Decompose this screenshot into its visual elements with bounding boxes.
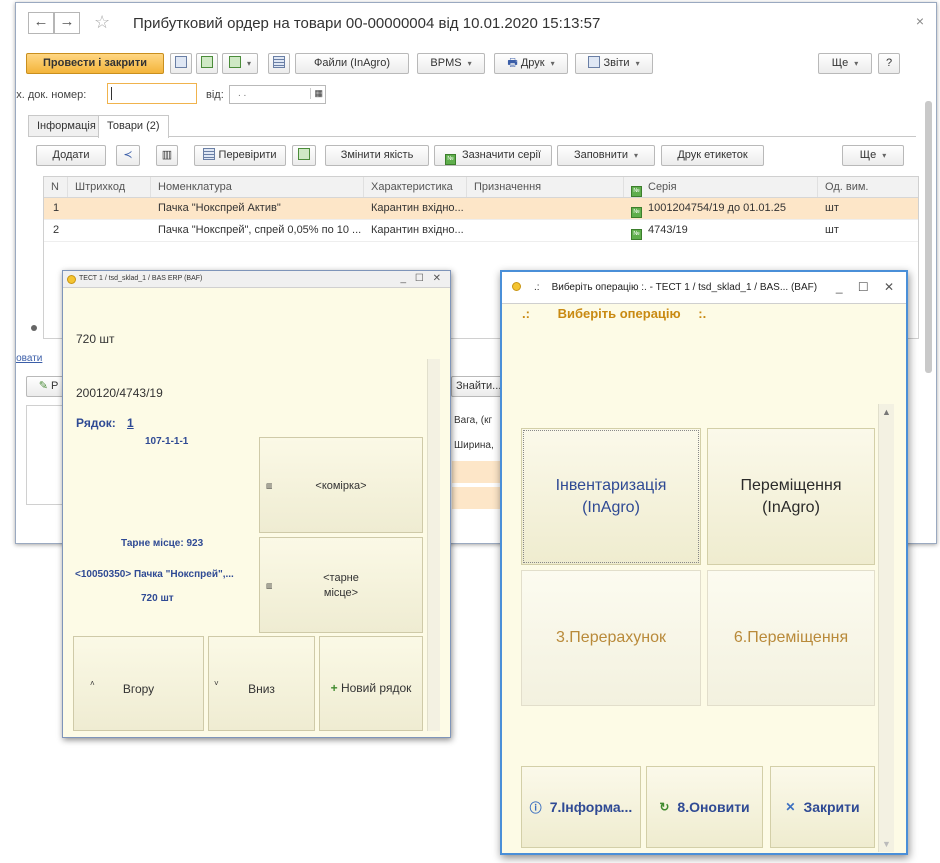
down-button[interactable]: ˅ Вниз [208,636,315,731]
post-icon [201,56,213,68]
tab-goods[interactable]: Товари (2) [98,115,169,138]
cell-code: 107-1-1-1 [145,436,189,447]
date-field[interactable]: . . ▦ [229,85,326,104]
close-icon[interactable]: × [916,13,924,29]
tsd-window-operations: .: Виберіть операцію :. - ТЕСТ 1 / tsd_sk… [500,270,908,855]
window-controls-icon[interactable]: _ ☐ ✕ [836,272,900,303]
text-cursor [111,87,112,100]
operations-heading: .: Виберіть операцію :. [522,306,707,321]
close-button[interactable]: ✕ Закрити [770,766,875,848]
info-icon: ⓘ [529,800,542,815]
weight-label: Вага, (кг [454,415,493,426]
column-header[interactable]: № Серія [624,177,818,197]
qty-top: 720 шт [76,332,115,346]
printer-icon: 🖶 [507,57,518,69]
refresh-icon: ↻ [659,800,670,814]
transfer-inagro-button[interactable]: Переміщення (InAgro) [707,428,875,565]
series-code: 200120/4743/19 [76,386,163,400]
transfer-button[interactable]: 6.Переміщення [707,570,875,706]
structure-icon [228,56,241,68]
x-icon: ✕ [785,800,796,814]
table-row[interactable]: 2 Пачка "Нокспрей", спрей 0,05% по 10 ..… [44,220,918,242]
files-button[interactable]: Файли (InAgro) [295,53,409,74]
share-icon[interactable]: ≺ [116,145,140,166]
scroll-down-icon[interactable]: ▼ [882,839,891,849]
plus-icon: + [330,681,338,695]
row-number[interactable]: 1 [127,416,134,430]
column-header[interactable]: Од. вим. [818,177,920,197]
report-icon [588,56,601,68]
tsd-title-bar: ТЕСТ 1 / tsd_sklad_1 / BAS ERP (BAF) _ ☐… [63,271,450,288]
inventory-button[interactable]: Інвентаризація (InAgro) [521,428,701,565]
series-icon: № [445,154,456,165]
more-button[interactable]: Ще ▾ [818,53,872,74]
column-header[interactable]: Штрихкод [68,177,151,197]
recount-button[interactable]: 3.Перерахунок [521,570,701,706]
column-header[interactable]: N [44,177,68,197]
help-button[interactable]: ? [878,53,900,74]
post-and-close-button[interactable]: Провести і закрити [26,53,164,74]
back-arrow-icon[interactable]: ← [28,12,54,34]
column-header[interactable]: Номенклатура [151,177,364,197]
pencil-icon: ✎ [38,380,48,392]
bpms-button[interactable]: BPMS ▾ [417,53,485,74]
goods-more-button[interactable]: Ще ▾ [842,145,904,166]
mark-series-button[interactable]: № Зазначити серії [434,145,552,166]
lower-panel [26,405,66,505]
document-icon [273,56,285,68]
series-icon: № [631,229,642,240]
hide-link[interactable]: Сховати [16,353,42,364]
forward-arrow-icon[interactable]: → [54,12,80,34]
row-label: Рядок: [76,416,116,430]
barcode-icon[interactable]: ▥ [156,145,178,166]
print-labels-button[interactable]: Друк етикеток [661,145,764,166]
tsd-title-bar: .: Виберіть операцію :. - ТЕСТ 1 / tsd_sk… [502,272,906,304]
refresh-button[interactable]: ↻ 8.Оновити [646,766,763,848]
vertical-scrollbar[interactable] [925,101,932,373]
reports-button[interactable]: Звіти ▾ [575,53,653,74]
window-title: Прибутковий ордер на товари 00-00000004 … [133,15,601,32]
pallet-button[interactable]: ▥ <тарне місце> [259,537,423,633]
star-icon[interactable]: ☆ [94,12,110,33]
tsd-window-document: ТЕСТ 1 / tsd_sklad_1 / BAS ERP (BAF) _ ☐… [62,270,451,738]
check-button[interactable]: Перевірити [194,145,286,166]
save-button[interactable] [170,53,192,74]
hscroll-thumb[interactable] [31,325,37,331]
qty-bottom: 720 шт [141,593,174,604]
app-icon [512,282,521,291]
incoming-doc-field[interactable] [107,83,197,104]
series-icon: № [631,207,642,218]
date-label: від: [206,89,224,101]
check-icon [203,148,216,160]
series-icon: № [631,186,642,197]
vertical-scrollbar[interactable] [427,359,440,731]
change-quality-button[interactable]: Змінити якість [325,145,429,166]
info-button[interactable]: ⓘ 7.Інформа... [521,766,641,848]
print-button[interactable]: 🖶 Друк ▾ [494,53,568,74]
incoming-doc-label: Вх. док. номер: [15,89,87,101]
tab-information[interactable]: Інформація [28,115,105,137]
fill-button[interactable]: Заповнити ▾ [557,145,655,166]
document-button[interactable] [268,53,290,74]
product-line: <10050350> Пачка "Нокспрей",... [75,569,234,580]
table-icon[interactable] [292,145,316,166]
scroll-up-icon[interactable]: ▲ [882,407,891,417]
structure-button[interactable]: ▾ [222,53,258,74]
width-label: Ширина, [454,440,494,451]
pallet-info: Тарне місце: 923 [121,538,204,549]
add-button[interactable]: Додати [36,145,106,166]
save-icon [175,56,187,68]
app-icon [67,275,76,284]
window-controls-icon[interactable]: _ ☐ ✕ [401,271,444,287]
up-button[interactable]: ˄ Вгору [73,636,204,731]
column-header[interactable]: Характеристика [364,177,467,197]
table-row[interactable]: 1 Пачка "Нокспрей Актив" Карантин вхідно… [44,198,918,220]
table-header: N Штрихкод Номенклатура Характеристика П… [44,177,918,198]
vertical-scrollbar[interactable]: ▲ ▼ [878,404,894,852]
calendar-icon[interactable]: ▦ [310,88,323,99]
new-row-button[interactable]: + Новий рядок [319,636,423,731]
post-button[interactable] [196,53,218,74]
column-header[interactable]: Призначення [467,177,624,197]
cell-button[interactable]: ▥ <комірка> [259,437,423,533]
